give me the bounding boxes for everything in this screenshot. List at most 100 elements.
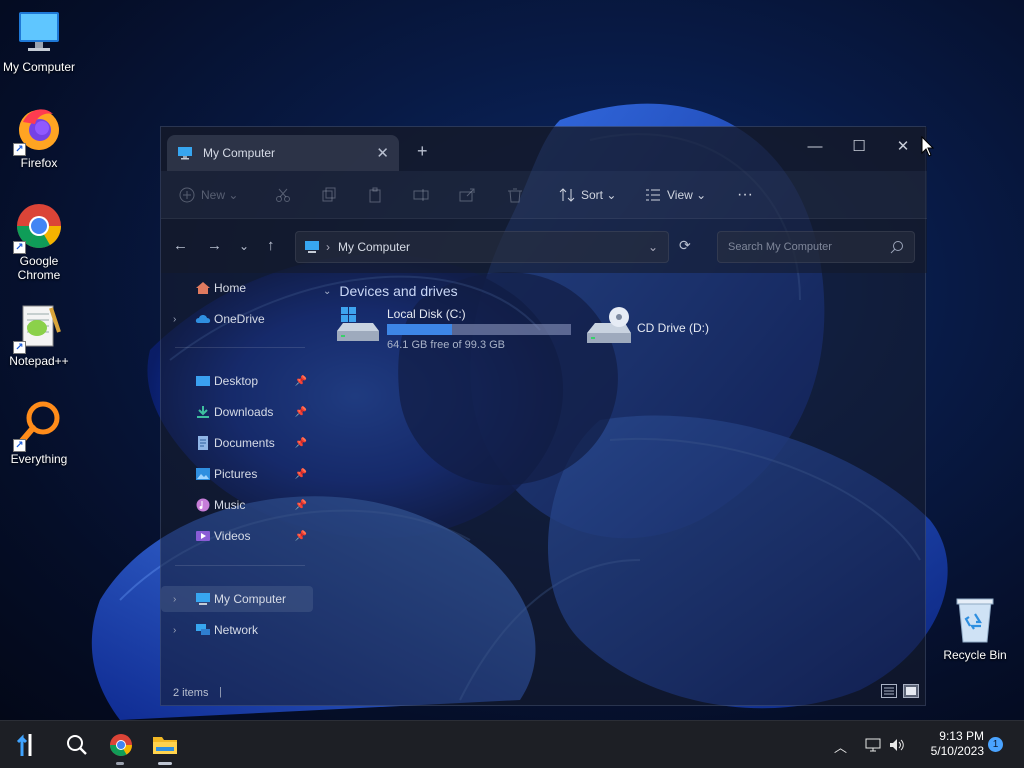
tab-my-computer[interactable]: My Computer ✕ (167, 135, 399, 171)
expand-chevron-icon[interactable]: › (173, 594, 176, 605)
drive-local-disk-c[interactable]: Local Disk (C:) 64.1 GB free of 99.3 GB (335, 307, 571, 351)
home-icon (196, 282, 210, 294)
share-icon (459, 188, 475, 202)
details-view-button[interactable] (881, 684, 897, 698)
sort-button[interactable]: Sort ⌄ (559, 183, 616, 207)
chrome-icon: ↗ (13, 202, 63, 254)
sidebar-item-onedrive[interactable]: › OneDrive (161, 306, 313, 332)
minimize-button[interactable]: — (793, 133, 837, 161)
sidebar-item-label: Music (214, 498, 246, 512)
cut-button[interactable] (275, 183, 297, 207)
sort-label: Sort (581, 188, 604, 202)
taskbar-file-explorer[interactable] (148, 729, 182, 765)
desktop-icon-chrome[interactable]: ↗ Google Chrome (0, 202, 78, 282)
command-bar: New ⌄ Sort ⌄ View ⌄ ··· (161, 171, 927, 219)
new-tab-button[interactable]: + (417, 141, 428, 162)
pin-icon[interactable]: 📌 (295, 531, 307, 542)
recent-locations-chevron-icon[interactable]: ⌄ (239, 239, 249, 253)
desktop-icon-everything[interactable]: ↗ Everything (0, 400, 78, 466)
paste-button[interactable] (367, 183, 389, 207)
shortcut-arrow-icon: ↗ (13, 341, 26, 354)
delete-button[interactable] (507, 183, 529, 207)
document-icon (198, 436, 208, 450)
up-arrow-icon[interactable]: ↑ (267, 237, 275, 254)
hard-drive-icon (337, 307, 379, 341)
volume-tray-icon[interactable] (888, 737, 906, 756)
desktop-icon-label: Recycle Bin (943, 648, 1007, 662)
sidebar-item-desktop[interactable]: Desktop 📌 (161, 368, 313, 394)
close-window-button[interactable]: ✕ (881, 133, 925, 161)
copy-icon (322, 187, 336, 202)
copy-button[interactable] (321, 183, 343, 207)
sidebar-item-documents[interactable]: Documents 📌 (161, 430, 313, 456)
breadcrumb-location[interactable]: My Computer (338, 240, 410, 254)
notification-badge[interactable]: 1 (988, 737, 1003, 752)
more-options-icon: ··· (737, 186, 753, 203)
rename-button[interactable] (413, 183, 435, 207)
back-arrow-icon[interactable]: ← (173, 237, 188, 254)
picture-icon (196, 468, 210, 480)
search-input[interactable]: Search My Computer (717, 231, 915, 263)
tab-label: My Computer (203, 146, 276, 160)
refresh-icon[interactable]: ⟳ (679, 237, 691, 254)
forward-arrow-icon[interactable]: → (207, 237, 222, 254)
collapse-chevron-icon[interactable]: ⌄ (323, 286, 331, 297)
sidebar-item-network[interactable]: › Network (161, 617, 313, 643)
pin-icon[interactable]: 📌 (295, 407, 307, 418)
file-explorer-window[interactable]: My Computer ✕ + — ☐ ✕ New ⌄ Sort ⌄ View … (160, 126, 927, 706)
title-bar[interactable]: My Computer ✕ + — ☐ ✕ (161, 127, 927, 171)
desktop-icon-recycle-bin[interactable]: Recycle Bin (936, 596, 1014, 662)
more-options-button[interactable]: ··· (737, 183, 753, 207)
share-button[interactable] (459, 183, 481, 207)
sidebar-item-videos[interactable]: Videos 📌 (161, 523, 313, 549)
computer-icon (196, 593, 210, 605)
computer-icon (15, 8, 63, 56)
sidebar-item-downloads[interactable]: Downloads 📌 (161, 399, 313, 425)
drive-cd-d[interactable]: CD Drive (D:) (585, 307, 709, 347)
desktop-icon-firefox[interactable]: ↗ Firefox (0, 104, 78, 170)
desktop-icon-my-computer[interactable]: My Computer (0, 8, 78, 74)
new-button[interactable]: New ⌄ (179, 183, 238, 207)
taskbar-chrome[interactable] (104, 729, 138, 765)
pin-icon[interactable]: 📌 (295, 469, 307, 480)
cloud-icon (195, 315, 211, 323)
search-button[interactable] (60, 729, 94, 761)
address-field[interactable]: › My Computer ⌄ (295, 231, 669, 263)
video-icon (196, 531, 210, 541)
view-list-icon (646, 189, 660, 201)
view-button[interactable]: View ⌄ (645, 183, 706, 207)
taskbar-clock[interactable]: 9:13 PM 5/10/2023 (914, 729, 984, 759)
drive-name: Local Disk (C:) (387, 307, 466, 321)
sidebar-item-label: Desktop (214, 374, 259, 388)
music-icon (196, 498, 210, 512)
sidebar-item-home[interactable]: Home (161, 275, 313, 301)
sidebar-item-my-computer[interactable]: › My Computer (161, 586, 313, 612)
sidebar-item-pictures[interactable]: Pictures 📌 (161, 461, 313, 487)
drive-free-space: 64.1 GB free of 99.3 GB (387, 339, 506, 351)
expand-chevron-icon[interactable]: › (173, 625, 176, 636)
devices-and-drives-header[interactable]: ⌄ Devices and drives (323, 283, 458, 299)
clipboard-icon (369, 187, 381, 203)
address-dropdown-icon[interactable]: ⌄ (648, 240, 658, 254)
rename-icon (413, 189, 429, 201)
clock-time: 9:13 PM (939, 729, 984, 743)
close-tab-icon[interactable]: ✕ (376, 144, 389, 162)
pin-icon[interactable]: 📌 (295, 500, 307, 511)
running-indicator (158, 762, 172, 765)
maximize-button[interactable]: ☐ (837, 133, 881, 161)
desktop-icon-notepadpp[interactable]: ↗ Notepad++ (0, 302, 78, 368)
sidebar-item-label: OneDrive (214, 312, 265, 326)
pin-icon[interactable]: 📌 (295, 376, 307, 387)
sidebar-item-music[interactable]: Music 📌 (161, 492, 313, 518)
sidebar-item-label: Network (214, 623, 259, 637)
network-tray-icon[interactable] (864, 737, 882, 756)
tiles-view-button[interactable] (903, 684, 919, 698)
show-hidden-icons-chevron-icon[interactable]: ︿ (834, 737, 847, 756)
sidebar-item-label: My Computer (214, 592, 287, 606)
sidebar-item-label: Pictures (214, 467, 258, 481)
expand-chevron-icon[interactable]: › (173, 314, 176, 325)
start-button[interactable] (10, 729, 44, 761)
pin-icon[interactable]: 📌 (295, 438, 307, 449)
notepadpp-icon: ↗ (13, 302, 63, 354)
navigation-pane-items: Home › OneDrive Desktop 📌 Downloads 📌 Do… (161, 273, 317, 677)
